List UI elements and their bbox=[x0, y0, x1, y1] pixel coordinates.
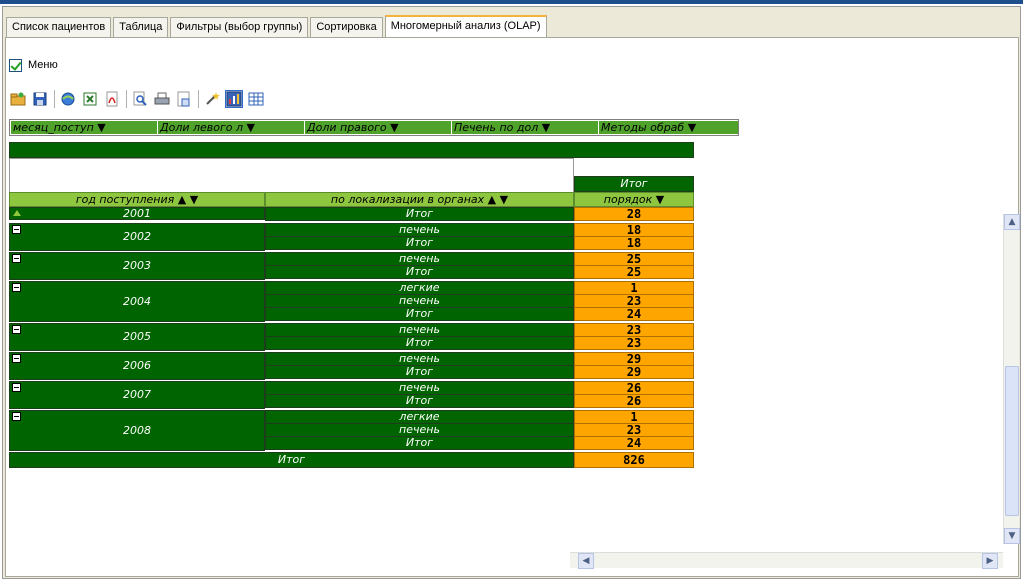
column-header-area bbox=[9, 158, 574, 196]
collapse-icon[interactable] bbox=[12, 225, 21, 234]
column-total-header: Итог bbox=[574, 176, 694, 192]
value-cell[interactable]: 1 bbox=[574, 410, 694, 424]
value-cell[interactable]: 26 bbox=[574, 381, 694, 395]
menu-toggle[interactable]: Меню bbox=[9, 57, 58, 73]
toolbar bbox=[9, 88, 269, 110]
organ-cell: Итог bbox=[265, 236, 574, 250]
value-cell[interactable]: 24 bbox=[574, 307, 694, 321]
chart-icon[interactable] bbox=[225, 90, 243, 108]
tab-olap[interactable]: Многомерный анализ (OLAP) bbox=[384, 15, 547, 38]
pdf-export-icon[interactable] bbox=[103, 90, 121, 108]
organ-cell: печень bbox=[265, 252, 574, 266]
scroll-right-button[interactable]: ▶ bbox=[982, 553, 998, 569]
organ-cell: печень bbox=[265, 352, 574, 366]
toolbar-separator bbox=[54, 90, 55, 108]
organ-cell: печень bbox=[265, 294, 574, 308]
filter-field-left-lobe[interactable]: Доли левого л ▼ bbox=[158, 121, 304, 134]
tab-table[interactable]: Таблица bbox=[113, 17, 169, 37]
year-cell: 2004 bbox=[9, 281, 265, 322]
organ-cell: легкие bbox=[265, 410, 574, 424]
value-cell[interactable]: 18 bbox=[574, 223, 694, 237]
excel-export-icon[interactable] bbox=[81, 90, 99, 108]
scroll-left-button[interactable]: ◀ bbox=[578, 553, 594, 569]
tab-filters[interactable]: Фильтры (выбор группы) bbox=[170, 17, 309, 37]
toolbar-separator bbox=[198, 90, 199, 108]
collapse-icon[interactable] bbox=[12, 412, 21, 421]
value-cell[interactable]: 29 bbox=[574, 352, 694, 366]
collapse-icon[interactable] bbox=[12, 283, 21, 292]
scroll-thumb[interactable] bbox=[1005, 366, 1019, 516]
wizard-icon[interactable] bbox=[203, 90, 221, 108]
value-cell[interactable]: 1 bbox=[574, 281, 694, 295]
row-header-year[interactable]: год поступления ▲ ▼ bbox=[9, 192, 265, 207]
value-cell[interactable]: 25 bbox=[574, 265, 694, 279]
organ-cell: Итог bbox=[265, 336, 574, 350]
value-cell[interactable]: 18 bbox=[574, 236, 694, 250]
organ-cell: Итог bbox=[265, 365, 574, 379]
organ-cell: Итог bbox=[265, 265, 574, 279]
menu-label: Меню bbox=[28, 59, 58, 71]
grand-total-label: Итог bbox=[9, 452, 574, 468]
year-cell: 2001 bbox=[9, 207, 265, 220]
row-header-organ[interactable]: по локализации в органах ▲ ▼ bbox=[265, 192, 574, 207]
expand-icon[interactable] bbox=[13, 210, 21, 216]
window-top-border bbox=[0, 0, 1023, 4]
year-cell: 2003 bbox=[9, 252, 265, 280]
year-cell: 2008 bbox=[9, 410, 265, 451]
organ-cell: печень bbox=[265, 423, 574, 437]
value-cell[interactable]: 23 bbox=[574, 323, 694, 337]
year-cell: 2007 bbox=[9, 381, 265, 409]
value-cell[interactable]: 23 bbox=[574, 294, 694, 308]
tab-sorting[interactable]: Сортировка bbox=[310, 17, 383, 37]
scroll-up-button[interactable]: ▲ bbox=[1004, 214, 1020, 230]
organ-cell: Итог bbox=[265, 307, 574, 321]
collapse-icon[interactable] bbox=[12, 383, 21, 392]
value-cell[interactable]: 23 bbox=[574, 423, 694, 437]
filter-field-liver-lobe[interactable]: Печень по дол ▼ bbox=[452, 121, 598, 134]
value-cell[interactable]: 24 bbox=[574, 436, 694, 450]
scroll-down-button[interactable]: ▼ bbox=[1004, 528, 1020, 544]
print-icon[interactable] bbox=[153, 90, 171, 108]
grid-icon[interactable] bbox=[247, 90, 265, 108]
collapse-icon[interactable] bbox=[12, 354, 21, 363]
value-cell[interactable]: 28 bbox=[574, 207, 694, 221]
collapse-icon[interactable] bbox=[12, 325, 21, 334]
web-export-icon[interactable] bbox=[59, 90, 77, 108]
organ-cell: печень bbox=[265, 381, 574, 395]
organ-cell: Итог bbox=[265, 394, 574, 408]
page-setup-icon[interactable] bbox=[175, 90, 193, 108]
horizontal-scrollbar[interactable]: ◀ ▶ bbox=[570, 552, 1003, 569]
pivot-title-band bbox=[9, 142, 694, 158]
filter-field-treatment-methods[interactable]: Методы обраб ▼ bbox=[599, 121, 738, 134]
menu-checkbox[interactable] bbox=[9, 58, 22, 72]
save-icon[interactable] bbox=[31, 90, 49, 108]
collapse-icon[interactable] bbox=[12, 254, 21, 263]
year-cell: 2006 bbox=[9, 352, 265, 380]
value-cell[interactable]: 23 bbox=[574, 336, 694, 350]
filter-field-admission-month[interactable]: месяц_поступ ▼ bbox=[11, 121, 157, 134]
toolbar-separator bbox=[126, 90, 127, 108]
tab-patient-list[interactable]: Список пациентов bbox=[6, 17, 112, 37]
filter-field-right-lobe[interactable]: Доли правого ▼ bbox=[305, 121, 451, 134]
organ-cell: легкие bbox=[265, 281, 574, 295]
tab-strip: Список пациентов Таблица Фильтры (выбор … bbox=[6, 15, 549, 38]
value-cell[interactable]: 26 bbox=[574, 394, 694, 408]
vertical-scrollbar[interactable]: ▲ ▼ bbox=[1003, 214, 1020, 544]
value-cell[interactable]: 29 bbox=[574, 365, 694, 379]
organ-cell: печень bbox=[265, 223, 574, 237]
organ-cell: Итог bbox=[265, 207, 574, 221]
value-cell[interactable]: 25 bbox=[574, 252, 694, 266]
measure-header[interactable]: порядок ▼ bbox=[574, 192, 694, 207]
filter-field-bar: месяц_поступ ▼ Доли левого л ▼ Доли прав… bbox=[9, 119, 739, 136]
year-cell: 2005 bbox=[9, 323, 265, 351]
organ-cell: печень bbox=[265, 323, 574, 337]
year-cell: 2002 bbox=[9, 223, 265, 251]
preview-icon[interactable] bbox=[131, 90, 149, 108]
open-folder-icon[interactable] bbox=[9, 90, 27, 108]
organ-cell: Итог bbox=[265, 436, 574, 450]
grand-total-value[interactable]: 826 bbox=[574, 452, 694, 468]
